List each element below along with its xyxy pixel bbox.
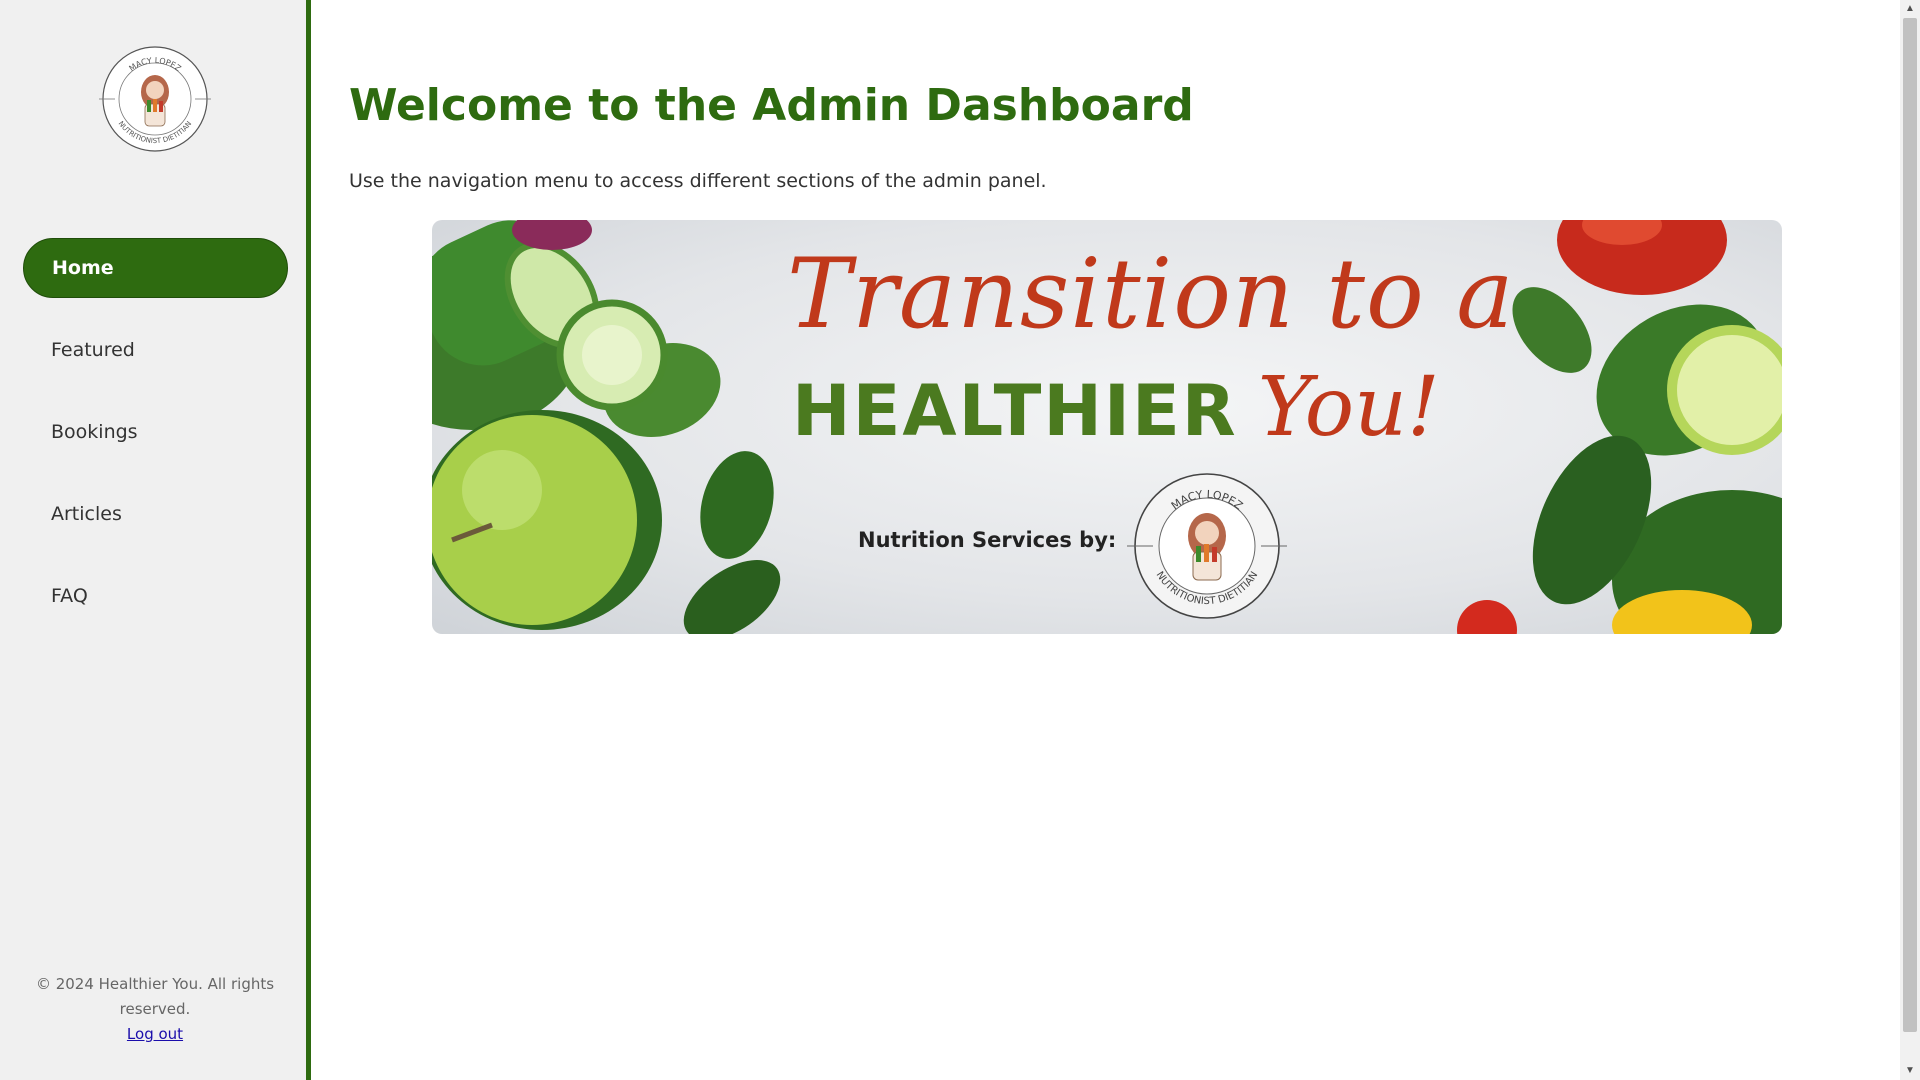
hero-banner: Transition to a HEALTHIER You! Nutrition … — [432, 220, 1782, 634]
scroll-down-icon[interactable]: ▼ — [1900, 1062, 1920, 1080]
sidebar: MACY LOPEZ NUTRITIONIST DIETITIAN Home F… — [0, 0, 311, 1080]
logout-link[interactable]: Log out — [127, 1022, 183, 1047]
scroll-up-icon[interactable]: ▲ — [1900, 0, 1920, 18]
banner-subheadline: HEALTHIER You! — [792, 360, 1440, 455]
brand-logo-icon[interactable]: MACY LOPEZ NUTRITIONIST DIETITIAN — [97, 44, 213, 154]
sidebar-item-label: FAQ — [51, 585, 88, 607]
sidebar-item-featured[interactable]: Featured — [23, 320, 288, 380]
sidebar-item-bookings[interactable]: Bookings — [23, 402, 288, 462]
sidebar-item-home[interactable]: Home — [23, 238, 288, 298]
banner-you-text: You! — [1257, 360, 1440, 455]
page-description: Use the navigation menu to access differ… — [349, 170, 1047, 192]
banner-healthier-text: HEALTHIER — [792, 370, 1238, 452]
scrollbar-thumb[interactable] — [1903, 18, 1917, 1032]
copyright-text: © 2024 Healthier You. All rights reserve… — [35, 975, 275, 1018]
sidebar-item-label: Home — [52, 257, 114, 279]
sidebar-nav: Home Featured Bookings Articles FAQ — [23, 238, 288, 648]
sidebar-item-articles[interactable]: Articles — [23, 484, 288, 544]
sidebar-item-label: Featured — [51, 339, 135, 361]
sidebar-item-faq[interactable]: FAQ — [23, 566, 288, 626]
vertical-scrollbar[interactable]: ▲ ▼ — [1900, 0, 1920, 1080]
sidebar-item-label: Articles — [51, 503, 122, 525]
sidebar-item-label: Bookings — [51, 421, 138, 443]
page-title: Welcome to the Admin Dashboard — [349, 80, 1194, 131]
banner-services-label: Nutrition Services by: — [858, 528, 1117, 552]
sidebar-footer: © 2024 Healthier You. All rights reserve… — [30, 972, 280, 1047]
banner-headline: Transition to a — [787, 238, 1515, 350]
banner-logo-icon: MACY LOPEZ NUTRITIONIST DIETITIAN — [1127, 473, 1287, 619]
